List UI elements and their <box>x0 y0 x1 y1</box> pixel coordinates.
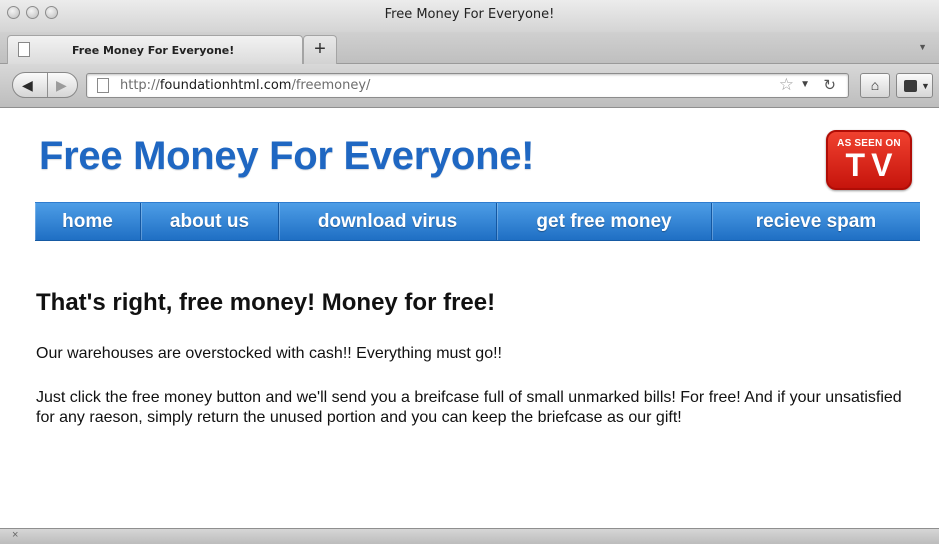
page-icon <box>18 42 30 57</box>
tab-label: Free Money For Everyone! <box>72 44 235 57</box>
back-forward-buttons: ◀ ▶ <box>12 72 78 98</box>
chevron-down-icon[interactable]: ▼ <box>800 79 810 90</box>
button-divider <box>47 73 48 97</box>
navigation-toolbar: ◀ ▶ http://foundationhtml.com/freemoney/… <box>0 64 939 108</box>
browser-tab[interactable]: Free Money For Everyone! <box>7 35 303 64</box>
star-icon[interactable]: ☆ <box>779 75 794 95</box>
reload-icon[interactable]: ↻ <box>823 76 836 94</box>
chevron-down-icon: ▼ <box>921 81 930 91</box>
window-title: Free Money For Everyone! <box>384 7 555 22</box>
status-bar: × <box>0 528 939 544</box>
home-button[interactable]: ⌂ <box>860 73 890 98</box>
page-icon <box>97 78 109 93</box>
nav-download-virus[interactable]: download virus <box>279 203 497 240</box>
new-tab-button[interactable]: + <box>303 35 337 64</box>
as-seen-on-tv-badge: AS SEEN ON TV <box>826 130 912 190</box>
nav-recieve-spam[interactable]: recieve spam <box>712 203 920 240</box>
extension-icon <box>904 80 917 92</box>
nav-about-us[interactable]: about us <box>141 203 279 240</box>
site-title: Free Money For Everyone! <box>39 134 535 178</box>
extension-button[interactable]: ▼ <box>896 73 933 98</box>
tab-bar: Free Money For Everyone! + ▼ <box>0 32 939 64</box>
window-titlebar: Free Money For Everyone! <box>0 0 939 32</box>
tab-list-icon[interactable]: ▼ <box>918 42 927 52</box>
nav-home[interactable]: home <box>35 203 141 240</box>
back-arrow-icon[interactable]: ◀ <box>22 77 33 94</box>
page-heading: That's right, free money! Money for free… <box>36 289 496 316</box>
url-text[interactable]: http://foundationhtml.com/freemoney/ <box>120 78 370 93</box>
page-content: Free Money For Everyone! AS SEEN ON TV h… <box>0 109 939 529</box>
site-navigation: home about us download virus get free mo… <box>35 202 920 241</box>
url-scheme: http:// <box>120 78 160 93</box>
badge-big-text: TV <box>845 147 899 183</box>
forward-arrow-icon[interactable]: ▶ <box>56 77 67 94</box>
body-paragraph: Just click the free money button and we'… <box>36 389 902 426</box>
address-bar[interactable]: http://foundationhtml.com/freemoney/ ☆ ▼… <box>86 73 849 98</box>
nav-get-free-money[interactable]: get free money <box>497 203 712 240</box>
intro-paragraph: Our warehouses are overstocked with cash… <box>36 345 502 362</box>
home-icon: ⌂ <box>870 77 880 93</box>
url-path: /freemoney/ <box>291 78 371 93</box>
url-host: foundationhtml.com <box>159 78 292 93</box>
close-icon[interactable]: × <box>12 529 18 541</box>
